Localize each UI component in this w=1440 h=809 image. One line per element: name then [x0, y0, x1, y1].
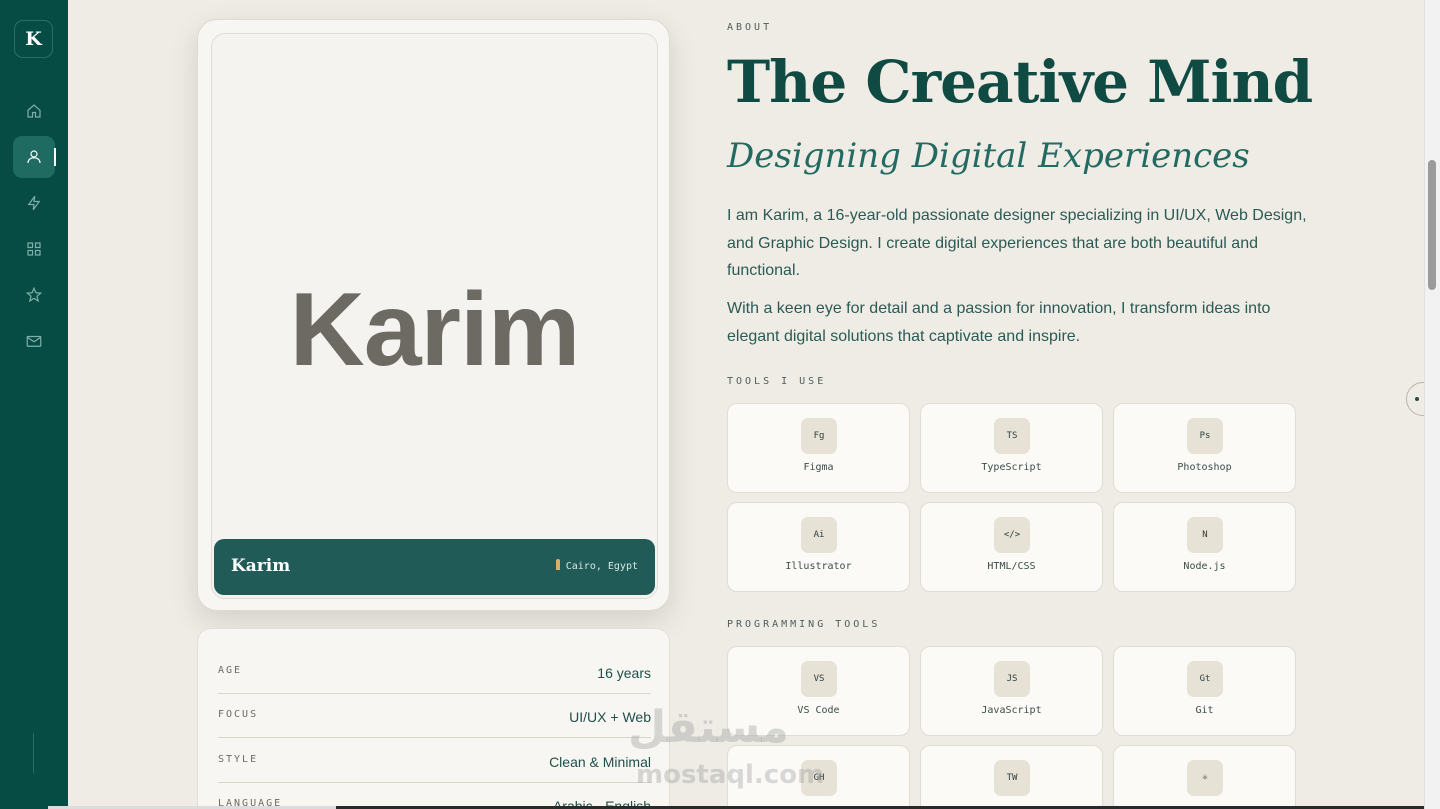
tool-card[interactable]: TW [920, 745, 1103, 809]
watermark-latin: mostaql.com [636, 760, 825, 790]
about-paragraph-2: With a keen eye for detail and a passion… [727, 300, 1271, 345]
info-key: STYLE [218, 753, 259, 765]
tool-name: Node.js [1183, 561, 1226, 572]
grid-icon [27, 242, 41, 256]
tool-card[interactable]: TS TypeScript [920, 403, 1103, 493]
tool-name: JavaScript [981, 705, 1042, 716]
page-subtitle: Designing Digital Experiences [727, 136, 1250, 176]
sidebar-divider [33, 733, 34, 773]
location-text: Cairo, Egypt [565, 561, 638, 572]
nav-about[interactable] [13, 136, 55, 178]
tool-card[interactable]: Ai Illustrator [727, 502, 910, 592]
scrollbar-thumb[interactable] [1428, 160, 1436, 290]
tool-icon: TW [994, 760, 1030, 796]
tool-icon: N [1187, 517, 1223, 553]
active-indicator [54, 148, 56, 166]
info-key: AGE [218, 664, 243, 676]
info-value: 16 years [597, 665, 651, 682]
tool-icon: VS [801, 661, 837, 697]
nav-home[interactable] [13, 90, 55, 132]
about-label: ABOUT [727, 22, 773, 33]
bolt-icon [27, 195, 41, 211]
tool-name: Git [1195, 705, 1214, 716]
page-title: The Creative Mind [727, 48, 1313, 116]
profile-name: Karim [231, 556, 291, 576]
user-icon [27, 150, 41, 164]
tools-label: TOOLS I USE [727, 376, 827, 387]
nav-skills[interactable] [13, 182, 55, 224]
sidebar: K [0, 0, 68, 809]
info-key: FOCUS [218, 708, 259, 720]
tool-icon: Fg [801, 418, 837, 454]
nav-contact[interactable] [13, 320, 55, 362]
pin-icon [555, 559, 560, 570]
name-bar: Karim Cairo, Egypt [214, 539, 655, 595]
tool-name: Photoshop [1177, 462, 1232, 473]
tool-card[interactable]: JS JavaScript [920, 646, 1103, 736]
tool-card[interactable]: Ps Photoshop [1113, 403, 1296, 493]
info-row-style: STYLE Clean & Minimal [218, 739, 651, 783]
profile-location: Cairo, Egypt [555, 559, 638, 572]
programming-label: PROGRAMMING TOOLS [727, 619, 881, 630]
info-row-focus: FOCUS UI/UX + Web [218, 694, 651, 738]
tool-card[interactable]: Gt Git [1113, 646, 1296, 736]
tool-name: HTML/CSS [987, 561, 1036, 572]
tool-card[interactable]: Fg Figma [727, 403, 910, 493]
star-icon [25, 286, 43, 303]
profile-photo: Karim [211, 33, 658, 599]
about-paragraph-1: I am Karim, a 16-year-old passionate des… [727, 207, 1307, 279]
photo-name: Karim [289, 272, 581, 388]
tool-icon: </> [994, 517, 1030, 553]
mail-icon [26, 335, 42, 347]
tool-card[interactable]: </> HTML/CSS [920, 502, 1103, 592]
tool-name: TypeScript [981, 462, 1042, 473]
logo[interactable]: K [14, 20, 53, 58]
tool-icon: Ps [1187, 418, 1223, 454]
home-icon [27, 104, 41, 118]
tool-icon: Ai [801, 517, 837, 553]
tool-icon: JS [994, 661, 1030, 697]
tool-icon: ⚛ [1187, 760, 1223, 796]
scrollbar[interactable] [1424, 0, 1440, 809]
tool-name: Illustrator [785, 561, 852, 572]
tool-icon: Gt [1187, 661, 1223, 697]
nav-favorites[interactable] [13, 274, 55, 316]
tool-name: Figma [803, 462, 834, 473]
tool-icon: TS [994, 418, 1030, 454]
watermark-arabic: مستقل [628, 702, 789, 753]
profile-card: Karim Karim Cairo, Egypt [197, 19, 670, 611]
info-card: AGE 16 years FOCUS UI/UX + Web STYLE Cle… [197, 628, 670, 809]
info-row-age: AGE 16 years [218, 650, 651, 694]
tool-card[interactable]: ⚛ [1113, 745, 1296, 809]
nav-projects[interactable] [13, 228, 55, 270]
tool-card[interactable]: N Node.js [1113, 502, 1296, 592]
